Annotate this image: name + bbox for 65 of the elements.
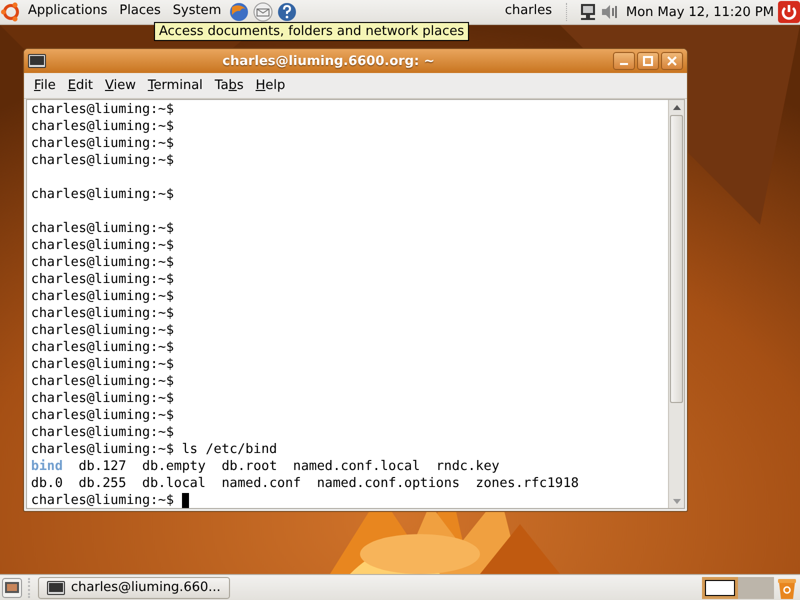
maximize-button[interactable] — [637, 52, 659, 70]
terminal-line: charles@liuming:~$ — [31, 118, 174, 135]
panel-menu[interactable]: System — [166, 3, 228, 18]
directory-name: bind — [31, 458, 63, 475]
panel-menu[interactable]: Applications — [22, 3, 114, 18]
close-button[interactable] — [661, 52, 683, 70]
globe-icon[interactable] — [228, 1, 250, 23]
file-name: named.conf.options — [316, 475, 460, 492]
terminal-line: charles@liuming:~$ — [31, 322, 174, 339]
terminal-line: charles@liuming:~$ — [31, 237, 174, 254]
close-icon — [667, 56, 677, 66]
menu-item[interactable]: Help — [250, 78, 292, 93]
panel-menu[interactable]: Places — [113, 3, 167, 18]
desktop-icon — [4, 580, 20, 596]
menu-item[interactable]: View — [98, 78, 142, 93]
help-icon[interactable] — [276, 1, 298, 23]
terminal-line: charles@liuming:~$ — [31, 407, 174, 424]
clock[interactable]: Mon May 12, 11:20 PM — [622, 4, 778, 20]
file-name: rndc.key — [436, 458, 500, 475]
scrollbar[interactable] — [668, 100, 684, 508]
window-title: charles@liuming.6600.org: ~ — [221, 54, 436, 68]
terminal-line: charles@liuming:~$ — [31, 152, 174, 169]
file-name: db.0 — [31, 475, 63, 492]
terminal-line: charles@liuming:~$ — [31, 305, 174, 322]
terminal-line: charles@liuming:~$ ls /etc/bind — [31, 441, 278, 458]
file-name: named.conf.local — [293, 458, 420, 475]
workspace[interactable] — [702, 576, 738, 598]
terminal-line: charles@liuming:~$ — [31, 356, 174, 373]
terminal-line: charles@liuming:~$ — [31, 424, 174, 441]
file-name: zones.rfc1918 — [476, 475, 579, 492]
menu-item[interactable]: Edit — [62, 78, 99, 93]
power-icon[interactable] — [778, 1, 800, 23]
file-name: db.empty — [142, 458, 206, 475]
menu-item[interactable]: File — [28, 78, 62, 93]
file-name: db.local — [142, 475, 206, 492]
tooltip: Access documents, folders and network places — [154, 22, 470, 41]
user-name[interactable]: charles — [498, 3, 558, 18]
scrollbar-thumb[interactable] — [670, 115, 683, 403]
terminal-line: charles@liuming:~$ — [31, 373, 174, 390]
terminal-line: charles@liuming:~$ — [31, 254, 174, 271]
minimize-icon — [620, 63, 628, 65]
terminal-line: charles@liuming:~$ — [31, 492, 174, 508]
file-name: db.127 — [78, 458, 126, 475]
maximize-icon — [643, 56, 653, 66]
terminal-line: charles@liuming:~$ — [31, 271, 174, 288]
terminal-line: charles@liuming:~$ — [31, 220, 174, 237]
show-desktop-button[interactable] — [2, 578, 22, 598]
terminal-icon — [28, 54, 46, 68]
terminal-line: charles@liuming:~$ — [31, 101, 174, 118]
ubuntu-logo-icon[interactable] — [0, 1, 22, 23]
menu-item[interactable]: Tabs — [208, 78, 250, 93]
terminal-line: charles@liuming:~$ — [31, 390, 174, 407]
taskbar-button[interactable]: charles@liuming.660... — [38, 576, 230, 598]
terminal-line: charles@liuming:~$ — [31, 186, 174, 203]
minimize-button[interactable] — [613, 52, 635, 70]
file-name: db.255 — [78, 475, 126, 492]
terminal-line: charles@liuming:~$ — [31, 135, 174, 152]
up-arrow-icon[interactable] — [672, 104, 680, 110]
envelope-icon[interactable] — [252, 1, 274, 23]
file-name: named.conf — [222, 475, 301, 492]
terminal-line: charles@liuming:~$ — [31, 288, 174, 305]
terminal-icon — [47, 580, 65, 594]
menu-item[interactable]: Terminal — [142, 78, 209, 93]
terminal-line: charles@liuming:~$ — [31, 339, 174, 356]
file-name: db.root — [222, 458, 278, 475]
